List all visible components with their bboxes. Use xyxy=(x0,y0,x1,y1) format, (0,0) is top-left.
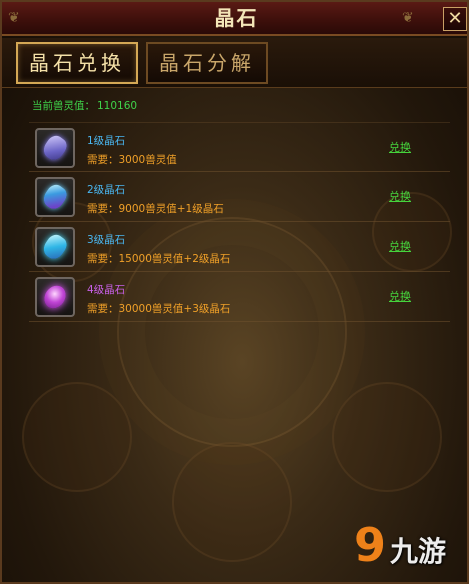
exchange-link[interactable]: 兑换 xyxy=(389,238,411,254)
window-title: 晶石 xyxy=(214,6,259,30)
exchange-link[interactable]: 兑换 xyxy=(389,139,411,155)
item-name: 2级晶石 xyxy=(87,184,126,196)
item-name: 1级晶石 xyxy=(87,135,126,147)
list-item: 3级晶石 需要：15000兽灵值+2级晶石 兑换 xyxy=(29,222,450,272)
close-button[interactable]: ✕ xyxy=(443,7,467,31)
item-slot[interactable] xyxy=(35,277,75,317)
tab-crystal-exchange[interactable]: 晶石兑换 xyxy=(16,42,138,84)
beast-value-label: 当前兽灵值： xyxy=(32,100,95,112)
item-name: 4级晶石 xyxy=(87,284,126,296)
item-requirement: 需要：30000兽灵值+3级晶石 xyxy=(87,303,231,315)
tab-strip: 晶石兑换 晶石分解 xyxy=(2,38,467,88)
background-coin xyxy=(172,442,292,562)
background-coin xyxy=(22,382,132,492)
crystal-window: ❦ 晶石 ❦ ✕ 晶石兑换 晶石分解 当前兽灵值： 110160 1级晶石 需要：… xyxy=(0,0,469,584)
crystal-list: 1级晶石 需要：3000兽灵值 兑换 2级晶石 需要：9000兽灵值+1级晶石 … xyxy=(29,122,450,322)
watermark-text: 九游 xyxy=(390,535,447,568)
list-item: 1级晶石 需要：3000兽灵值 兑换 xyxy=(29,122,450,172)
list-item: 4级晶石 需要：30000兽灵值+3级晶石 兑换 xyxy=(29,272,450,322)
item-requirement: 需要：15000兽灵值+2级晶石 xyxy=(87,253,231,265)
beast-value-line: 当前兽灵值： 110160 xyxy=(30,98,137,113)
list-item: 2级晶石 需要：9000兽灵值+1级晶石 兑换 xyxy=(29,172,450,222)
cyan-purple-crystal-icon xyxy=(39,181,71,213)
item-name: 3级晶石 xyxy=(87,234,126,246)
item-slot[interactable] xyxy=(35,128,75,168)
cyan-crystal-icon xyxy=(39,231,71,263)
item-slot[interactable] xyxy=(35,177,75,217)
title-bar: ❦ 晶石 ❦ ✕ xyxy=(2,2,467,36)
item-requirement: 需要：3000兽灵值 xyxy=(87,154,177,166)
exchange-link[interactable]: 兑换 xyxy=(389,188,411,204)
watermark-glyph: 9 xyxy=(354,518,387,572)
background-coin xyxy=(332,382,442,492)
item-requirement: 需要：9000兽灵值+1级晶石 xyxy=(87,203,224,215)
purple-crystal-icon xyxy=(39,281,71,313)
item-slot[interactable] xyxy=(35,227,75,267)
watermark-logo: 9 九游 xyxy=(354,518,464,578)
tab-crystal-decompose[interactable]: 晶石分解 xyxy=(146,42,268,84)
beast-value-amount: 110160 xyxy=(97,100,138,112)
exchange-link[interactable]: 兑换 xyxy=(389,288,411,304)
right-ornament-icon: ❦ xyxy=(402,10,414,26)
blue-crystal-icon xyxy=(39,132,71,164)
